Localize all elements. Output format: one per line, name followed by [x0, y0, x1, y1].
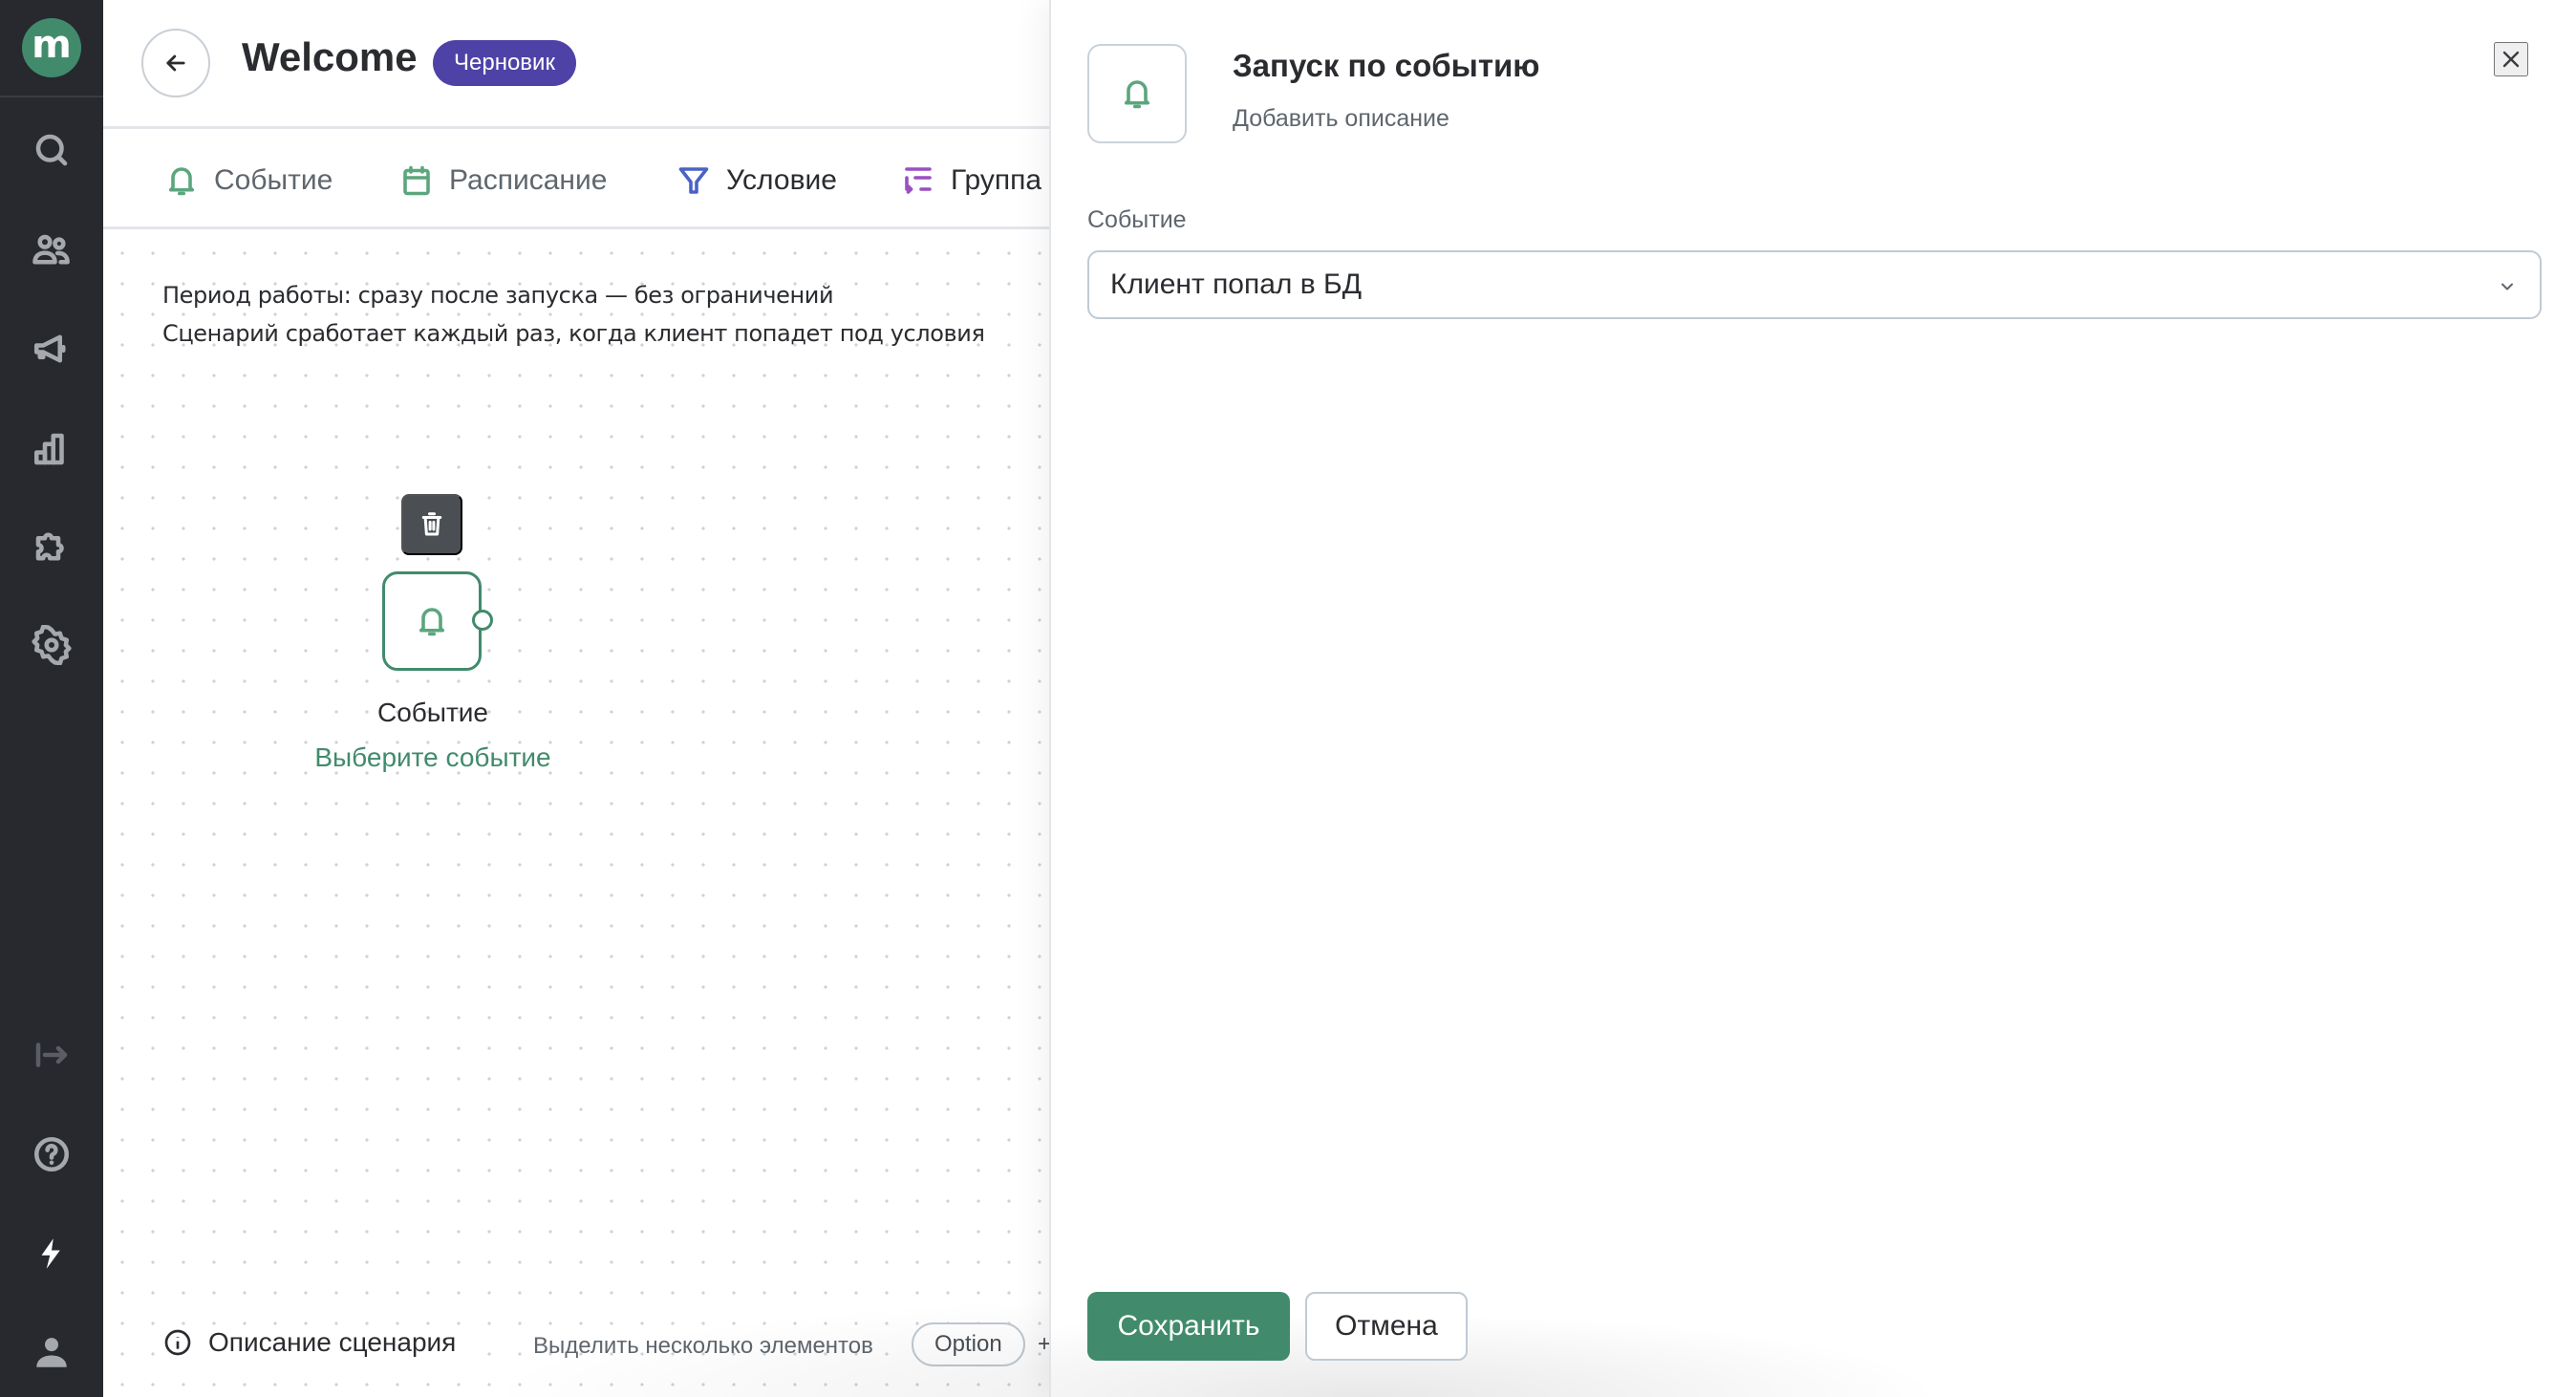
- tab-condition[interactable]: Условие: [676, 132, 837, 229]
- sidebar-expand-button[interactable]: [0, 1026, 103, 1084]
- logo[interactable]: m: [22, 18, 81, 77]
- panel-title: Запуск по событию: [1233, 48, 1540, 83]
- puzzle-icon: [35, 532, 64, 561]
- close-icon: [2502, 51, 2520, 68]
- event-settings-panel: Запуск по событию Добавить описание Собы…: [1049, 0, 2576, 1397]
- expand-arrow-icon: [35, 1042, 68, 1067]
- info-icon: [164, 1329, 191, 1356]
- tab-schedule[interactable]: Расписание: [399, 132, 607, 229]
- tab-label: Группа: [951, 164, 1042, 196]
- sidebar-item-settings[interactable]: [0, 616, 103, 674]
- select-event-link[interactable]: Выберите событие: [275, 742, 590, 773]
- bell-icon: [168, 167, 195, 196]
- sidebar-item-campaigns[interactable]: [0, 320, 103, 377]
- users-icon: [32, 234, 70, 265]
- arrow-left-icon: [166, 54, 185, 72]
- panel-event-icon: [1087, 44, 1187, 143]
- bell-icon: [1124, 80, 1150, 109]
- page-header: Welcome Черновик: [103, 0, 1049, 129]
- lightning-icon: [41, 1238, 60, 1269]
- logo-area: m: [0, 0, 103, 97]
- element-toolbar: Событие Расписание Условие Группа: [103, 132, 1049, 229]
- megaphone-icon: [33, 334, 66, 363]
- event-select-value: Клиент попал в БД: [1110, 269, 1363, 300]
- sidebar-item-search[interactable]: [0, 121, 103, 179]
- save-button[interactable]: Сохранить: [1087, 1292, 1290, 1361]
- bar-chart-icon: [33, 433, 64, 465]
- event-select[interactable]: Клиент попал в БД: [1087, 250, 2542, 319]
- sidebar-item-clients[interactable]: [0, 222, 103, 279]
- sidebar-help-button[interactable]: [0, 1126, 103, 1183]
- help-icon: [33, 1136, 70, 1172]
- chevron-down-icon: [2501, 283, 2513, 290]
- tab-label: Расписание: [449, 164, 608, 196]
- group-icon: [905, 167, 932, 194]
- scenario-description-label: Описание сценария: [208, 1327, 457, 1357]
- close-panel-button[interactable]: [2494, 42, 2528, 76]
- scenario-editor: Welcome Черновик Событие Расписание Усло…: [103, 0, 1049, 1397]
- tab-group[interactable]: Группа: [901, 132, 1041, 229]
- multi-select-hint: Выделить несколько элементов: [533, 1333, 873, 1359]
- trigger-info: Сценарий сработает каждый раз, когда кли…: [162, 320, 985, 347]
- scenario-description-button[interactable]: Описание сценария: [162, 1327, 462, 1358]
- filter-icon: [678, 167, 709, 194]
- node-output-port[interactable]: [472, 610, 493, 631]
- search-icon: [35, 134, 68, 166]
- option-key: Option: [912, 1322, 1025, 1366]
- sidebar-updates-button[interactable]: [0, 1225, 103, 1282]
- delete-node-button[interactable]: [401, 494, 462, 555]
- user-icon: [36, 1338, 67, 1367]
- sidebar-profile-button[interactable]: [0, 1323, 103, 1381]
- calendar-icon: [403, 165, 430, 196]
- trash-icon: [421, 512, 442, 536]
- page-title: Welcome: [242, 34, 418, 79]
- tab-event[interactable]: Событие: [164, 132, 333, 229]
- bell-icon: [419, 608, 445, 636]
- node-title: Событие: [377, 698, 488, 727]
- add-description-link[interactable]: Добавить описание: [1233, 105, 1449, 133]
- period-info: Период работы: сразу после запуска — без…: [162, 282, 834, 309]
- tab-label: Событие: [214, 164, 333, 196]
- sidebar: m: [0, 0, 103, 1397]
- sidebar-item-integrations[interactable]: [0, 518, 103, 575]
- event-node[interactable]: [382, 571, 482, 671]
- tab-label: Условие: [726, 164, 837, 196]
- cancel-button[interactable]: Отмена: [1305, 1292, 1468, 1361]
- scenario-canvas[interactable]: Период работы: сразу после запуска — без…: [103, 232, 1049, 1397]
- key-plus: +: [1038, 1331, 1049, 1357]
- status-badge: Черновик: [433, 40, 576, 86]
- event-field-label: Событие: [1087, 206, 1187, 233]
- sidebar-item-analytics[interactable]: [0, 420, 103, 478]
- gear-icon: [32, 625, 72, 665]
- back-button[interactable]: [141, 29, 210, 97]
